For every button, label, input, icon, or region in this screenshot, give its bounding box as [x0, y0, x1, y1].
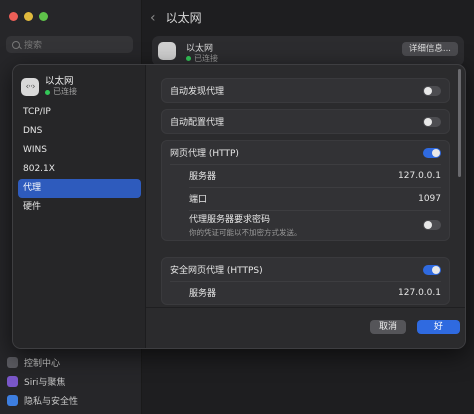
- sheet-header: ‹··› 以太网 已连接: [21, 76, 77, 97]
- ethernet-details-sheet: ‹··› 以太网 已连接 TCP/IP DNS WINS 802.1X 代理 硬…: [12, 64, 466, 349]
- ethernet-icon: [158, 42, 176, 60]
- interface-status-text: 已连接: [53, 87, 77, 96]
- sidebar-item-siri[interactable]: Siri与聚焦: [7, 375, 65, 388]
- interface-status: 已连接: [45, 87, 77, 97]
- chevron-left-icon[interactable]: ‹: [150, 10, 156, 26]
- http-auth-hint: 你的凭证可能以不加密方式发送。: [189, 228, 302, 237]
- https-proxy-toggle[interactable]: [423, 264, 441, 275]
- settings-header: ‹ 以太网: [150, 9, 202, 26]
- proxy-scroll-area[interactable]: 自动发现代理 自动配置代理 网页代理 (HTTP) 服务器 127.0.0.1: [146, 65, 465, 310]
- connected-dot-icon: [45, 89, 50, 95]
- auto-discover-card: 自动发现代理: [161, 78, 450, 103]
- http-port-label: 端口: [189, 195, 208, 205]
- https-server-label: 服务器: [189, 289, 217, 299]
- http-proxy-toggle[interactable]: [423, 147, 441, 158]
- siri-icon: [7, 376, 18, 387]
- control-center-icon: [7, 357, 18, 368]
- proxy-settings-pane: 自动发现代理 自动配置代理 网页代理 (HTTP) 服务器 127.0.0.1: [146, 65, 465, 348]
- auto-config-toggle[interactable]: [423, 116, 441, 127]
- ethernet-icon: ‹··›: [21, 77, 39, 96]
- http-proxy-label: 网页代理 (HTTP): [170, 149, 239, 159]
- http-auth-label: 代理服务器要求密码: [189, 215, 271, 225]
- close-window-button[interactable]: [9, 12, 18, 21]
- window-controls: [9, 12, 48, 21]
- sheet-footer: 取消 好: [146, 307, 465, 348]
- https-proxy-card: 安全网页代理 (HTTPS) 服务器 127.0.0.1: [161, 257, 450, 305]
- zoom-window-button[interactable]: [39, 12, 48, 21]
- page-title: 以太网: [165, 11, 202, 25]
- sidebar-item-label: 控制中心: [24, 359, 61, 369]
- sidebar-item-label: 隐私与安全性: [24, 397, 79, 407]
- search-icon: [12, 40, 20, 49]
- http-server-label: 服务器: [189, 172, 217, 182]
- interface-name: 以太网: [45, 76, 74, 87]
- https-server-row: 服务器 127.0.0.1: [162, 281, 449, 304]
- sidebar-item-control-center[interactable]: 控制中心: [7, 356, 60, 369]
- http-auth-toggle[interactable]: [423, 220, 441, 230]
- tab-hardware[interactable]: 硬件: [18, 198, 141, 217]
- http-proxy-card: 网页代理 (HTTP) 服务器 127.0.0.1 端口 1097 代理服务器要…: [161, 140, 450, 241]
- sheet-sidebar: ‹··› 以太网 已连接 TCP/IP DNS WINS 802.1X 代理 硬…: [13, 65, 146, 348]
- tab-proxies[interactable]: 代理: [18, 179, 141, 198]
- auto-config-label: 自动配置代理: [170, 118, 225, 128]
- auto-config-row: 自动配置代理: [162, 110, 449, 133]
- http-server-field[interactable]: 127.0.0.1: [398, 171, 441, 181]
- auto-discover-label: 自动发现代理: [170, 87, 225, 97]
- https-proxy-label: 安全网页代理 (HTTPS): [170, 266, 263, 276]
- minimize-window-button[interactable]: [24, 12, 33, 21]
- scrollbar[interactable]: [458, 69, 461, 177]
- https-proxy-row: 安全网页代理 (HTTPS): [162, 258, 449, 281]
- privacy-hand-icon: [7, 395, 18, 406]
- http-auth-row: 代理服务器要求密码 你的凭证可能以不加密方式发送。: [162, 210, 449, 240]
- auto-discover-row: 自动发现代理: [162, 79, 449, 102]
- http-server-row: 服务器 127.0.0.1: [162, 164, 449, 187]
- http-port-row: 端口 1097: [162, 187, 449, 210]
- auto-config-card: 自动配置代理: [161, 109, 450, 134]
- tab-8021x[interactable]: 802.1X: [18, 160, 141, 179]
- cancel-button[interactable]: 取消: [370, 320, 406, 334]
- tab-tcpip[interactable]: TCP/IP: [18, 103, 141, 122]
- ethernet-service-row: 以太网 已连接 详细信息...: [152, 36, 464, 66]
- http-auth-text: 代理服务器要求密码 你的凭证可能以不加密方式发送。: [189, 212, 423, 238]
- settings-search-input[interactable]: 搜索: [6, 36, 133, 53]
- https-server-field[interactable]: 127.0.0.1: [398, 288, 441, 298]
- auto-discover-toggle[interactable]: [423, 85, 441, 96]
- tab-dns[interactable]: DNS: [18, 122, 141, 141]
- ok-button[interactable]: 好: [417, 320, 460, 334]
- sheet-nav: TCP/IP DNS WINS 802.1X 代理 硬件: [18, 103, 141, 217]
- sidebar-item-label: Siri与聚焦: [24, 378, 66, 388]
- tab-wins[interactable]: WINS: [18, 141, 141, 160]
- http-proxy-row: 网页代理 (HTTP): [162, 141, 449, 164]
- search-placeholder: 搜索: [24, 41, 43, 51]
- details-button[interactable]: 详细信息...: [401, 42, 458, 56]
- http-port-field[interactable]: 1097: [418, 194, 441, 204]
- sidebar-item-privacy[interactable]: 隐私与安全性: [7, 394, 78, 407]
- service-status: 已连接: [186, 53, 218, 64]
